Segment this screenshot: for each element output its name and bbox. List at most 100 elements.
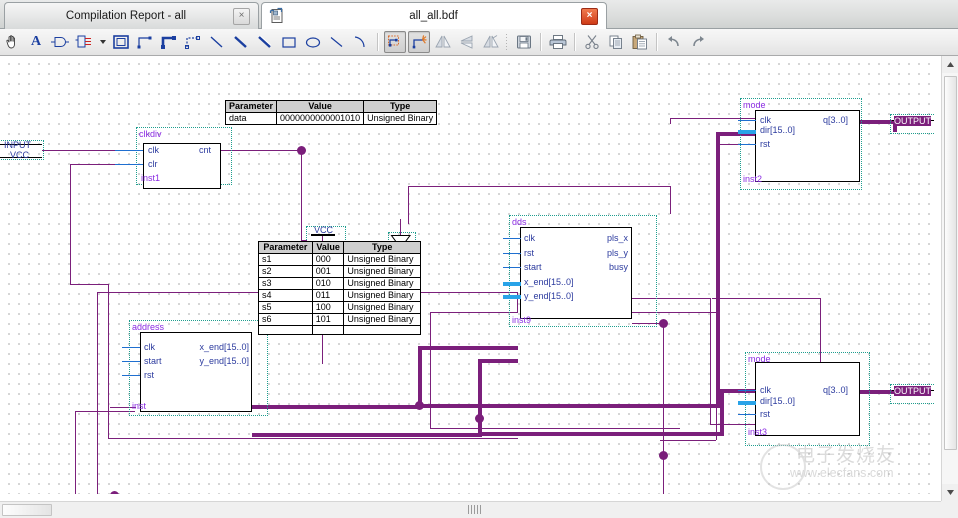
state-parameter-table[interactable]: Parameter Value Type s1 000 Unsigned Bin…	[258, 241, 421, 335]
block-address-pin-clk[interactable]	[122, 347, 140, 348]
scroll-down-arrow-icon[interactable]	[942, 484, 958, 501]
bus-dir-bottom-v[interactable]	[720, 389, 724, 434]
horizontal-scroll-grip[interactable]	[468, 505, 482, 514]
schematic-canvas-area[interactable]: clkdiv clk clr cnt inst1 mode clk dir[15…	[0, 56, 958, 518]
text-tool[interactable]: A	[25, 31, 47, 53]
block-address-pin-start[interactable]	[122, 361, 140, 362]
vertical-scrollbar[interactable]	[941, 56, 958, 501]
redo-button[interactable]	[687, 31, 709, 53]
horizontal-scroll-thumb[interactable]	[2, 504, 52, 516]
block-dds-pin-clk[interactable]	[503, 238, 521, 239]
vertical-scroll-thumb[interactable]	[944, 76, 957, 450]
block-mode-top-pin-rst[interactable]	[738, 144, 756, 145]
bus-dir-top-h1[interactable]	[420, 404, 720, 408]
print-button[interactable]	[547, 31, 569, 53]
scroll-up-arrow-icon[interactable]	[942, 56, 958, 73]
wire-dds-rst-h2[interactable]	[430, 428, 680, 429]
wire-addr-start-h[interactable]	[75, 411, 135, 412]
block-address-pin-rst[interactable]	[122, 375, 140, 376]
block-dropdown[interactable]	[97, 31, 108, 53]
rotate-left-button[interactable]	[480, 31, 502, 53]
bus-dir-top-v[interactable]	[716, 132, 720, 406]
bus-y-end-a[interactable]	[252, 433, 482, 437]
bus-x-end-b[interactable]	[418, 346, 518, 350]
flip-vertical-button[interactable]	[456, 31, 478, 53]
tab-all-all-bdf[interactable]: all_all.bdf ×	[261, 2, 607, 29]
table-row[interactable]: s1 000 Unsigned Binary	[258, 253, 421, 266]
tab-all-all-bdf-close-icon[interactable]: ×	[581, 7, 598, 25]
block-dds-pin-rst[interactable]	[503, 253, 521, 254]
table-row[interactable]: data 0000000000001010 Unsigned Binary	[224, 112, 438, 125]
rubberbanding-toggle[interactable]	[384, 31, 406, 53]
bus-junction-2[interactable]	[475, 414, 484, 423]
block-mode-top-pin-clk[interactable]	[738, 120, 756, 121]
bus-y-end-b[interactable]	[478, 359, 518, 363]
table-row[interactable]: s4 011 Unsigned Binary	[258, 289, 421, 302]
wire-addr-start-v[interactable]	[75, 411, 76, 494]
table-row-blank[interactable]	[258, 325, 421, 335]
block-clkdiv-pin-clk[interactable]	[115, 150, 143, 151]
undo-button[interactable]	[663, 31, 685, 53]
orthogonal-bus-line-tool[interactable]	[158, 31, 180, 53]
wire-topmode-clk-h[interactable]	[408, 186, 670, 187]
tab-compilation-report-close-icon[interactable]: ×	[233, 7, 250, 25]
wire-rstnet-h1[interactable]	[70, 284, 108, 285]
block-mode-bottom-pin-dir[interactable]	[738, 401, 756, 405]
tab-compilation-report[interactable]: Compilation Report - all ×	[4, 2, 259, 29]
data-parameter-table[interactable]: Parameter Value Type data 00000000000010…	[224, 100, 438, 125]
table-row[interactable]: s2 001 Unsigned Binary	[258, 265, 421, 278]
wire-busy-v2[interactable]	[663, 455, 664, 494]
wire-mode2-clk-v[interactable]	[670, 118, 671, 124]
wire-dds-rst[interactable]	[430, 312, 518, 313]
wire-clr-v[interactable]	[70, 164, 71, 284]
rectangle-select-tool[interactable]	[110, 31, 132, 53]
arc-draw-tool[interactable]	[350, 31, 372, 53]
bus-y-end-v[interactable]	[478, 359, 482, 437]
symbol-tool[interactable]	[49, 31, 71, 53]
block-mode-top-pin-dir[interactable]	[738, 130, 756, 134]
pin-output-top-label[interactable]: OUTPUT	[894, 116, 931, 126]
block-dds-pin-xend[interactable]	[503, 282, 521, 286]
oval-draw-tool[interactable]	[302, 31, 324, 53]
wire-topmode-clk-v[interactable]	[408, 186, 409, 224]
partial-line-selection-toggle[interactable]	[408, 31, 430, 53]
flip-horizontal-button[interactable]	[432, 31, 454, 53]
wire-topmode-v2[interactable]	[670, 186, 671, 214]
wire-cnt-out[interactable]	[220, 150, 302, 151]
table-row[interactable]: s5 100 Unsigned Binary	[258, 301, 421, 314]
wire-rstnet-h2[interactable]	[108, 438, 518, 439]
bus-x-end-v[interactable]	[418, 346, 422, 407]
wire-dds-rst-v[interactable]	[430, 312, 431, 428]
toolbar-drag-handle[interactable]	[505, 33, 509, 51]
copy-button[interactable]	[605, 31, 627, 53]
junction-gnd-bottom[interactable]	[110, 491, 119, 494]
orthogonal-conduit-line-tool[interactable]	[182, 31, 204, 53]
table-row[interactable]: s6 101 Unsigned Binary	[258, 313, 421, 326]
orthogonal-node-line-tool[interactable]	[134, 31, 156, 53]
diagonal-conduit-line-tool[interactable]	[254, 31, 276, 53]
table-row[interactable]: s3 010 Unsigned Binary	[258, 277, 421, 290]
wire-rstnet-v1[interactable]	[108, 284, 109, 438]
bus-dir-bottom-h[interactable]	[480, 432, 724, 436]
cut-button[interactable]	[581, 31, 603, 53]
wire-busy-return-v[interactable]	[97, 292, 98, 494]
save-button[interactable]	[513, 31, 535, 53]
rectangle-draw-tool[interactable]	[278, 31, 300, 53]
block-mode-bottom-pin-clk[interactable]	[738, 390, 756, 391]
horizontal-scrollbar[interactable]	[0, 501, 941, 518]
schematic-canvas[interactable]: clkdiv clk clr cnt inst1 mode clk dir[15…	[0, 56, 934, 494]
block-tool[interactable]	[73, 31, 95, 53]
diagonal-bus-line-tool[interactable]	[230, 31, 252, 53]
block-mode-bottom-pin-rst[interactable]	[738, 414, 756, 415]
wire-mode2-rst-h2[interactable]	[660, 440, 716, 441]
diagonal-node-line-tool[interactable]	[206, 31, 228, 53]
paste-button[interactable]	[629, 31, 651, 53]
block-dds-pin-start[interactable]	[503, 267, 521, 268]
pin-output-bottom-label[interactable]: OUTPUT	[894, 386, 931, 396]
bus-x-end-a[interactable]	[252, 405, 420, 409]
pan-hand-tool[interactable]	[1, 31, 23, 53]
wire-cnt-down[interactable]	[301, 150, 302, 240]
block-dds-pin-yend[interactable]	[503, 295, 521, 299]
wire-plsx-top-h[interactable]	[712, 298, 820, 299]
line-draw-tool[interactable]	[326, 31, 348, 53]
